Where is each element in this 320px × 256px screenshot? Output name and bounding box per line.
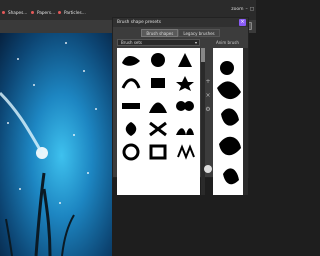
- anim-brush-preview: [213, 48, 247, 195]
- brush-shape-icon: [151, 53, 165, 67]
- window-controls: zoom – □: [231, 7, 254, 12]
- add-icon[interactable]: +: [205, 78, 210, 85]
- brush-preset-cell[interactable]: [145, 49, 171, 71]
- preview-artwork: [217, 61, 241, 185]
- dropdown-value: Brush sets: [121, 40, 143, 45]
- canvas-artwork: [0, 42, 97, 256]
- brush-preset-cell[interactable]: [118, 49, 144, 71]
- tab-label: Papers…: [37, 9, 56, 15]
- brush-shape-icon: [149, 121, 167, 137]
- brush-preset-cell[interactable]: [172, 49, 198, 71]
- brush-shape-icon: [151, 78, 165, 88]
- brush-preset-cell[interactable]: [145, 95, 171, 117]
- brush-sets-dropdown[interactable]: Brush sets ▾: [117, 39, 200, 46]
- tab-label: Shapes…: [8, 9, 28, 15]
- brush-shape-icon: [125, 122, 137, 136]
- chevron-down-icon: ▾: [194, 40, 197, 45]
- tab-papers[interactable]: Papers…: [31, 7, 55, 17]
- tab-legacy-brushes[interactable]: Legacy brushes: [178, 29, 220, 37]
- panel-title: Brush shape presets: [113, 18, 248, 27]
- settings-icon[interactable]: ⚙: [205, 106, 210, 113]
- brush-shape-icon: [122, 103, 140, 109]
- brush-shape-icon: [149, 144, 167, 160]
- grid-scrollbar[interactable]: [201, 48, 205, 195]
- brush-preset-cell[interactable]: [172, 95, 198, 117]
- brush-shape-icon: [122, 143, 140, 161]
- palette-icon[interactable]: [204, 165, 212, 173]
- brush-preset-cell[interactable]: [118, 118, 144, 140]
- remove-icon[interactable]: ×: [205, 92, 210, 99]
- tab-brush-shapes[interactable]: Brush shapes: [141, 29, 179, 37]
- brush-preset-cell[interactable]: [118, 95, 144, 117]
- zoom-label: zoom: [231, 7, 244, 12]
- brush-type-segment: Brush shapes Legacy brushes: [113, 29, 248, 37]
- brush-preset-cell[interactable]: [172, 141, 198, 163]
- brush-preset-cell[interactable]: [172, 72, 198, 94]
- tab-dot-icon: [31, 10, 34, 14]
- minimize-icon[interactable]: –: [245, 7, 247, 12]
- brush-shape-icon: [177, 144, 195, 160]
- tab-label: Particles…: [64, 9, 86, 15]
- brush-shape-icon: [121, 78, 141, 89]
- brush-preset-cell[interactable]: [145, 141, 171, 163]
- side-controls: + × ⚙: [204, 78, 212, 113]
- brush-shape-icon: [149, 102, 167, 113]
- preview-scrollbar[interactable]: [243, 48, 248, 195]
- image-canvas[interactable]: [0, 33, 112, 256]
- brush-preset-cell[interactable]: [145, 72, 171, 94]
- brush-preset-cell[interactable]: [172, 118, 198, 140]
- brush-shape-icon: [122, 56, 140, 66]
- tab-shapes[interactable]: Shapes…: [2, 7, 27, 17]
- brush-shape-icon: [176, 128, 194, 135]
- tab-particles[interactable]: Particles…: [58, 7, 86, 17]
- brush-preset-cell[interactable]: [145, 118, 171, 140]
- tab-dot-icon: [2, 10, 5, 14]
- brush-shape-icon: [176, 101, 194, 111]
- brush-preset-grid: [117, 48, 200, 195]
- brush-shape-icon: [176, 76, 194, 91]
- brush-shape-icon: [178, 53, 192, 67]
- brush-preset-cell[interactable]: [118, 141, 144, 163]
- scroll-thumb[interactable]: [201, 48, 205, 62]
- maximize-icon[interactable]: □: [250, 7, 254, 12]
- close-icon[interactable]: ×: [239, 19, 246, 26]
- brush-shape-presets-panel: Brush shape presets × Brush shapes Legac…: [112, 17, 249, 195]
- tab-dot-icon: [58, 10, 61, 14]
- brush-preset-cell[interactable]: [118, 72, 144, 94]
- preview-label: Anim brush: [216, 40, 239, 45]
